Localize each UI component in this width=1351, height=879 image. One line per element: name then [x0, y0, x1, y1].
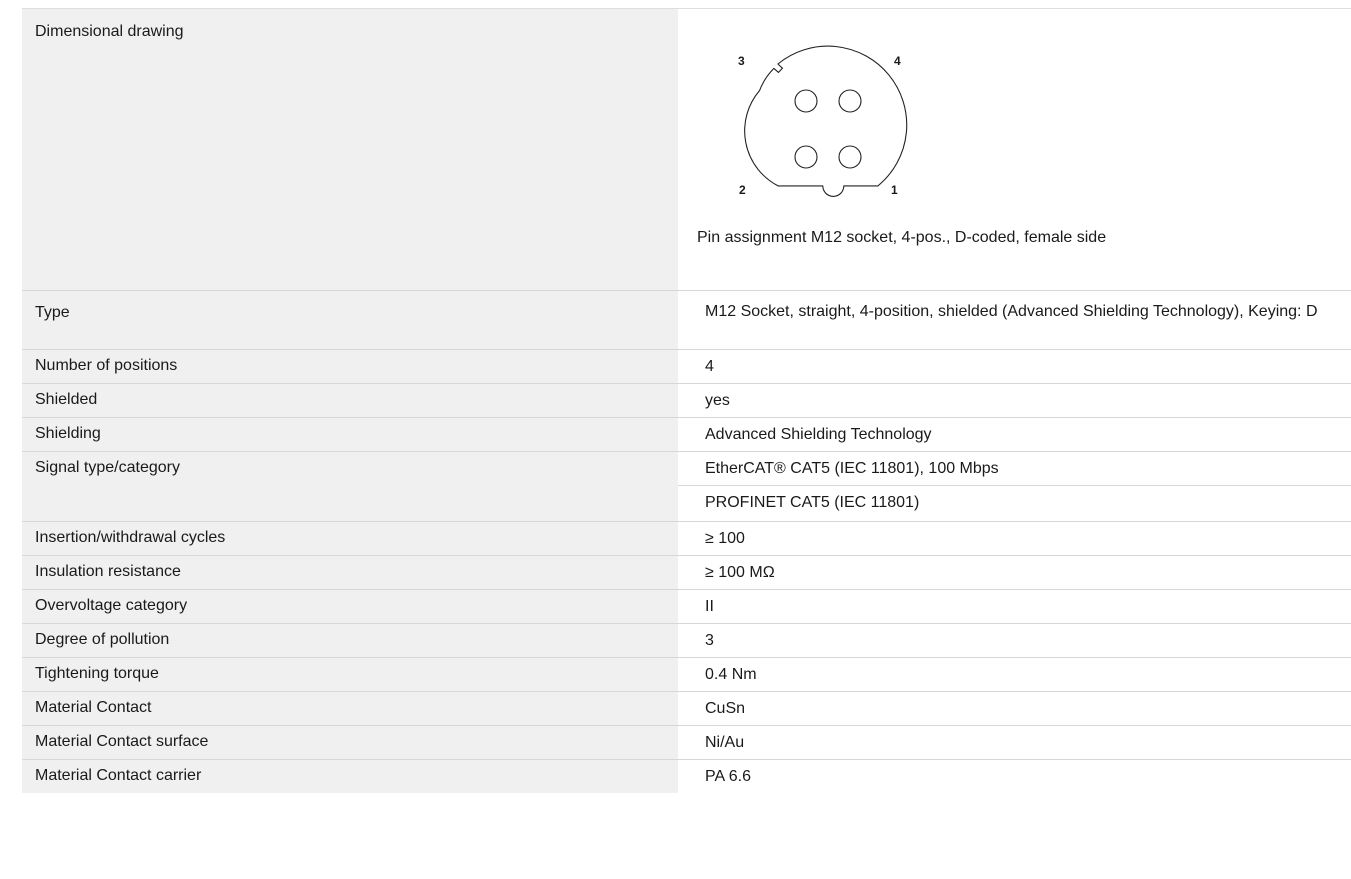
spec-label: Shielding: [35, 425, 101, 442]
spec-value-cell: Ni/Au: [678, 726, 1351, 759]
spec-label-cell: Material Contact: [22, 692, 678, 725]
spec-value: Advanced Shielding Technology: [705, 426, 932, 443]
spec-value: M12 Socket, straight, 4-position, shield…: [705, 303, 1318, 320]
pin-label-1: 1: [891, 183, 898, 197]
spec-label-cell: Insulation resistance: [22, 556, 678, 589]
spec-value-cell: PA 6.6: [678, 760, 1351, 793]
pin-label-2: 2: [739, 183, 746, 197]
spec-label: Degree of pollution: [35, 631, 170, 648]
spec-row-type: Type M12 Socket, straight, 4-position, s…: [22, 291, 1351, 349]
spec-value-cell: II: [678, 590, 1351, 623]
spec-row-number-of-positions: Number of positions 4: [22, 350, 1351, 383]
spec-row-shielding: Shielding Advanced Shielding Technology: [22, 418, 1351, 451]
spec-value-cell: EtherCAT® CAT5 (IEC 11801), 100 Mbps PRO…: [678, 452, 1351, 521]
pin-contact: [838, 145, 862, 169]
spec-value: ≥ 100: [705, 530, 745, 547]
spec-label-cell: Material Contact carrier: [22, 760, 678, 793]
spec-value-cell: CuSn: [678, 692, 1351, 725]
spec-label: Material Contact carrier: [35, 767, 202, 784]
spec-label-cell: Shielded: [22, 384, 678, 417]
spec-value: 0.4 Nm: [705, 666, 757, 683]
pin-label-4: 4: [894, 54, 901, 68]
spec-row-shielded: Shielded yes: [22, 384, 1351, 417]
spec-label: Shielded: [35, 391, 98, 408]
spec-value-cell: Advanced Shielding Technology: [678, 418, 1351, 451]
spec-label: Insulation resistance: [35, 563, 181, 580]
spec-row-material-contact: Material Contact CuSn: [22, 692, 1351, 725]
spec-row-signal-type: Signal type/category EtherCAT® CAT5 (IEC…: [22, 452, 1351, 521]
drawing-value-cell: 3 4 2 1 Pin assignment M12 socket, 4-pos…: [678, 9, 1351, 290]
spec-value-cell: yes: [678, 384, 1351, 417]
spec-label: Material Contact surface: [35, 733, 209, 750]
spec-label-cell: Type: [22, 291, 678, 349]
socket-outline: [744, 45, 908, 197]
spec-label: Material Contact: [35, 699, 152, 716]
spec-label-cell: Material Contact surface: [22, 726, 678, 759]
spec-row-insertion-cycles: Insertion/withdrawal cycles ≥ 100: [22, 522, 1351, 555]
spec-value: PA 6.6: [705, 768, 751, 785]
spec-label: Tightening torque: [35, 665, 159, 682]
spec-label-cell: Overvoltage category: [22, 590, 678, 623]
spec-value: ≥ 100 MΩ: [705, 564, 775, 581]
spec-value: 3: [705, 632, 714, 649]
spec-row-overvoltage-category: Overvoltage category II: [22, 590, 1351, 623]
spec-value: 4: [705, 358, 714, 375]
spec-row-degree-of-pollution: Degree of pollution 3: [22, 624, 1351, 657]
sub-row-divider: [678, 485, 1351, 486]
spec-row-insulation-resistance: Insulation resistance ≥ 100 MΩ: [22, 556, 1351, 589]
spec-sheet: Dimensional drawing 3 4 2 1 Pin assignme…: [0, 0, 1351, 879]
spec-value: II: [705, 598, 714, 615]
spec-value: EtherCAT® CAT5 (IEC 11801), 100 Mbps: [705, 460, 999, 477]
spec-label: Number of positions: [35, 357, 178, 374]
pin-contact: [838, 89, 862, 113]
dimensional-drawing-row: Dimensional drawing 3 4 2 1 Pin assignme…: [22, 9, 1351, 290]
spec-label-cell: Number of positions: [22, 350, 678, 383]
spec-value: yes: [705, 392, 730, 409]
spec-value-cell: 4: [678, 350, 1351, 383]
m12-pin-assignment-diagram: 3 4 2 1: [738, 45, 908, 197]
spec-label: Overvoltage category: [35, 597, 188, 614]
spec-value: CuSn: [705, 700, 746, 717]
spec-label-cell: Signal type/category: [22, 452, 678, 521]
spec-label: Signal type/category: [35, 459, 180, 476]
spec-row-material-contact-surface: Material Contact surface Ni/Au: [22, 726, 1351, 759]
spec-label-cell: Insertion/withdrawal cycles: [22, 522, 678, 555]
spec-label: Type: [35, 304, 70, 321]
drawing-label-cell: Dimensional drawing: [22, 9, 678, 290]
spec-value: Ni/Au: [705, 734, 745, 751]
spec-value-cell: 3: [678, 624, 1351, 657]
spec-value-cell: ≥ 100: [678, 522, 1351, 555]
spec-value-cell: ≥ 100 MΩ: [678, 556, 1351, 589]
spec-value-extra: PROFINET CAT5 (IEC 11801): [705, 494, 920, 511]
spec-value-cell: 0.4 Nm: [678, 658, 1351, 691]
spec-row-tightening-torque: Tightening torque 0.4 Nm: [22, 658, 1351, 691]
spec-row-material-contact-carrier: Material Contact carrier PA 6.6: [22, 760, 1351, 793]
spec-label-cell: Degree of pollution: [22, 624, 678, 657]
pin-contact: [794, 89, 818, 113]
pin-label-3: 3: [738, 54, 745, 68]
drawing-label: Dimensional drawing: [35, 23, 184, 40]
drawing-caption: Pin assignment M12 socket, 4-pos., D-cod…: [697, 229, 1107, 246]
spec-label-cell: Tightening torque: [22, 658, 678, 691]
spec-label: Insertion/withdrawal cycles: [35, 529, 226, 546]
pin-contact: [794, 145, 818, 169]
spec-label-cell: Shielding: [22, 418, 678, 451]
spec-value-cell: M12 Socket, straight, 4-position, shield…: [678, 291, 1351, 349]
